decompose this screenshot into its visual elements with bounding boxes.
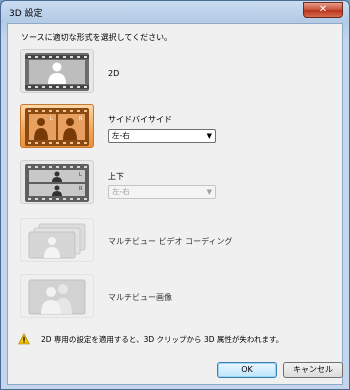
option-2d-button[interactable]	[20, 49, 94, 93]
side-by-side-order-value: 左-右	[112, 131, 130, 140]
dialog-window: 3D 設定 ✕ ソースに適切な形式を選択してください。 2D L R サイドバイ…	[0, 0, 350, 390]
film-side-by-side-icon: L R	[25, 108, 89, 146]
multiview-video-coding-icon	[28, 223, 86, 259]
chevron-down-icon: ▼	[206, 188, 212, 196]
ok-button[interactable]: OK	[217, 362, 277, 378]
cancel-button[interactable]: キャンセル	[283, 362, 343, 378]
title-bar[interactable]: 3D 設定 ✕	[1, 1, 349, 23]
svg-text:R: R	[79, 116, 83, 122]
svg-text:L: L	[79, 172, 82, 178]
option-side-by-side-button[interactable]: L R	[20, 104, 94, 148]
option-side-by-side-label: サイドバイサイド	[108, 115, 172, 124]
warning-icon	[18, 333, 30, 345]
close-button[interactable]: ✕	[303, 2, 343, 18]
svg-text:R: R	[79, 186, 83, 192]
option-top-bottom-button[interactable]: L R	[20, 160, 94, 204]
chevron-down-icon: ▼	[206, 132, 212, 140]
side-by-side-order-select[interactable]: 左-右 ▼	[108, 129, 216, 143]
option-multiview-image-label: マルチビュー画像	[108, 293, 172, 302]
film-top-bottom-icon: L R	[25, 164, 89, 202]
option-multiview-video-label: マルチビュー ビデオ コーディング	[108, 237, 233, 246]
option-top-bottom-label: 上下	[108, 172, 124, 181]
option-multiview-image-button	[20, 274, 94, 318]
dialog-body: ソースに適切な形式を選択してください。 2D L R サイドバイサイド 左-右 …	[7, 23, 343, 385]
top-bottom-order-select: 左-右 ▼	[108, 185, 216, 199]
instruction-text: ソースに適切な形式を選択してください。	[21, 33, 173, 42]
multiview-image-icon	[28, 279, 86, 315]
film-person-2d-icon	[25, 53, 89, 91]
window-title: 3D 設定	[9, 9, 43, 19]
svg-text:L: L	[50, 116, 53, 122]
option-multiview-video-button	[20, 218, 94, 262]
top-bottom-order-value: 左-右	[112, 187, 130, 196]
warning-text: 2D 専用の設定を適用すると、3D クリップから 3D 属性が失われます。	[41, 335, 284, 344]
option-2d-label: 2D	[108, 69, 120, 78]
